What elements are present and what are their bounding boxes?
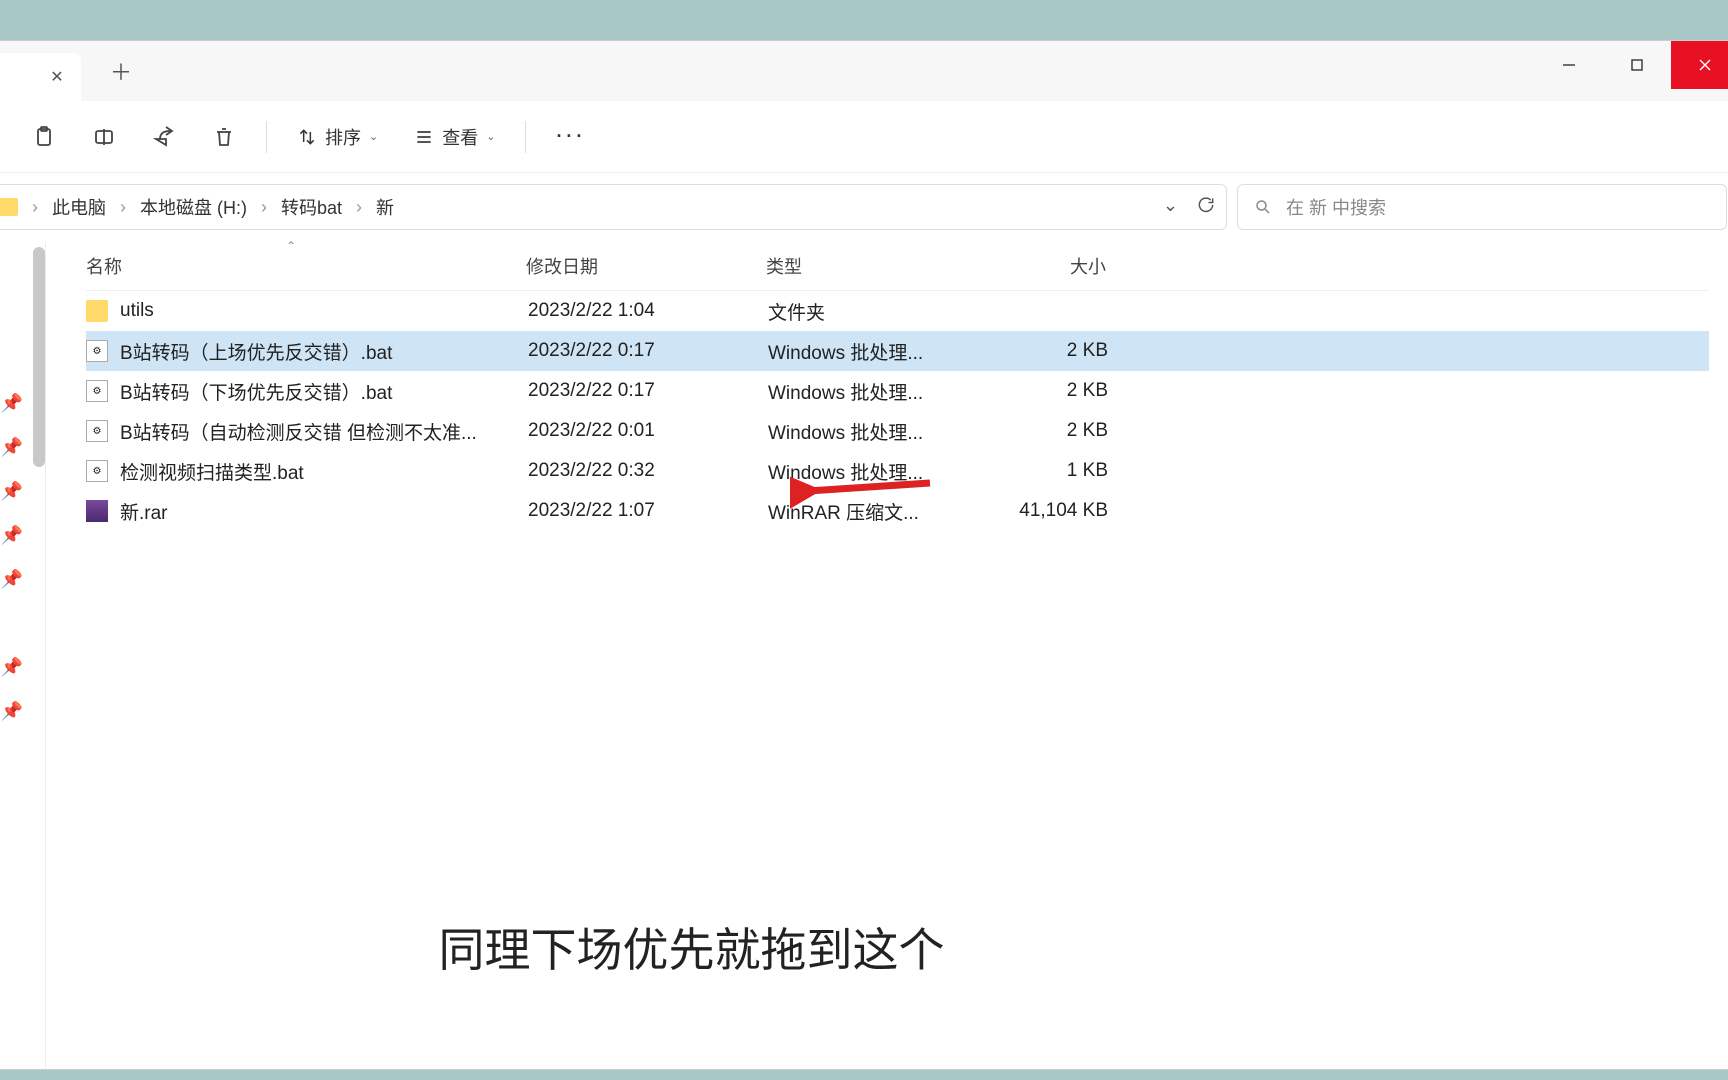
sidebar-item[interactable]: 件夹 <box>0 293 45 337</box>
tab-close-button[interactable]: ✕ <box>45 65 69 89</box>
col-header-size[interactable]: 大小 <box>966 253 1106 279</box>
file-name: B站转码（上场优先反交错）.bat <box>120 338 528 365</box>
file-date: 2023/2/22 0:17 <box>528 380 768 402</box>
pin-icon: 📌 <box>1 701 23 722</box>
subtitle-caption: 同理下场优先就拖到这个 <box>0 914 1383 980</box>
history-dropdown-icon[interactable]: ⌄ <box>1163 195 1178 220</box>
sidebar-item[interactable]: 📌 <box>0 689 45 733</box>
titlebar[interactable]: ✕ ＋ <box>0 41 1728 101</box>
file-name: 检测视频扫描类型.bat <box>120 458 528 485</box>
sort-indicator-icon: ⌃ <box>286 239 296 253</box>
file-date: 2023/2/22 0:01 <box>528 420 768 442</box>
refresh-icon[interactable] <box>1196 195 1216 220</box>
file-row[interactable]: ⚙ B站转码（下场优先反交错）.bat2023/2/22 0:17Windows … <box>86 371 1709 411</box>
sort-label: 排序 <box>325 124 361 150</box>
file-date: 2023/2/22 1:04 <box>528 300 768 322</box>
file-type: WinRAR 压缩文... <box>768 498 968 525</box>
pin-icon: 📌 <box>1 569 23 590</box>
sidebar-item[interactable]: 📌 <box>0 557 45 601</box>
tab-current[interactable]: ✕ <box>0 53 81 101</box>
pin-icon: 📌 <box>1 481 23 502</box>
view-button[interactable]: 查看 ⌄ <box>400 113 509 161</box>
bat-icon: ⚙ <box>86 420 108 442</box>
maximize-button[interactable] <box>1603 41 1671 89</box>
sidebar-item[interactable]: 脑 <box>0 821 45 865</box>
column-headers[interactable]: ⌃ 名称 修改日期 类型 大小 <box>86 241 1709 291</box>
bat-icon: ⚙ <box>86 340 108 362</box>
pin-icon: 📌 <box>1 525 23 546</box>
col-header-type[interactable]: 类型 <box>766 253 966 279</box>
file-row[interactable]: ⚙ 检测视频扫描类型.bat2023/2/22 0:32Windows 批处理..… <box>86 451 1709 491</box>
window-controls <box>1535 41 1728 89</box>
pin-icon: 📌 <box>1 657 23 678</box>
col-header-date[interactable]: 修改日期 <box>526 253 766 279</box>
file-row[interactable]: 新.rar2023/2/22 1:07WinRAR 压缩文...41,104 K… <box>86 491 1709 531</box>
file-date: 2023/2/22 1:07 <box>528 500 768 522</box>
file-row[interactable]: utils2023/2/22 1:04文件夹 <box>86 291 1709 331</box>
folder-icon <box>0 198 18 216</box>
file-row[interactable]: ⚙ B站转码（上场优先反交错）.bat2023/2/22 0:17Windows … <box>86 331 1709 371</box>
view-label: 查看 <box>442 124 478 150</box>
rename-button[interactable] <box>78 113 130 161</box>
file-name: utils <box>120 300 528 322</box>
file-size: 2 KB <box>968 380 1108 402</box>
paste-button[interactable] <box>18 113 70 161</box>
pin-icon: 📌 <box>1 393 23 414</box>
nav-row: ‹ › 此电脑› 本地磁盘 (H:)› 转码bat› 新 ⌄ <box>0 173 1728 241</box>
sort-button[interactable]: 排序 ⌄ <box>283 113 392 161</box>
delete-button[interactable] <box>198 113 250 161</box>
sidebar-item[interactable]: 云盘 <box>0 249 45 293</box>
sidebar-item[interactable]: 站 <box>0 601 45 645</box>
sidebar-item[interactable]: 📌 <box>0 469 45 513</box>
share-button[interactable] <box>138 113 190 161</box>
file-name: B站转码（自动检测反交错 但检测不太准... <box>120 418 528 445</box>
file-type: 文件夹 <box>768 298 968 325</box>
col-header-name[interactable]: 名称 <box>86 253 526 279</box>
toolbar: ⌄ 排序 ⌄ 查看 ⌄ ·· <box>0 101 1728 173</box>
sidebar-item[interactable]: 📌 <box>0 381 45 425</box>
copy-button[interactable] <box>0 113 10 161</box>
sidebar-item[interactable]: 📌 <box>0 645 45 689</box>
pin-icon: 📌 <box>1 437 23 458</box>
bat-icon: ⚙ <box>86 460 108 482</box>
sidebar-item[interactable]: 📌 <box>0 425 45 469</box>
sidebar-item[interactable]: - 个人 <box>0 337 45 381</box>
file-size: 2 KB <box>968 420 1108 442</box>
sidebar-item[interactable]: ut <box>0 733 45 777</box>
file-date: 2023/2/22 0:32 <box>528 460 768 482</box>
new-tab-button[interactable]: ＋ <box>101 51 141 91</box>
file-row[interactable]: ⚙ B站转码（自动检测反交错 但检测不太准...2023/2/22 0:01Win… <box>86 411 1709 451</box>
more-button[interactable]: ··· <box>542 113 600 161</box>
file-size: 1 KB <box>968 460 1108 482</box>
file-type: Windows 批处理... <box>768 378 968 405</box>
rar-icon <box>86 500 108 522</box>
folder-icon <box>86 300 108 322</box>
file-size: 2 KB <box>968 340 1108 362</box>
bat-icon: ⚙ <box>86 380 108 402</box>
file-type: Windows 批处理... <box>768 338 968 365</box>
address-bar[interactable]: › 此电脑› 本地磁盘 (H:)› 转码bat› 新 ⌄ <box>0 184 1227 230</box>
sidebar-item[interactable]: 📌 <box>0 513 45 557</box>
minimize-button[interactable] <box>1535 41 1603 89</box>
breadcrumb[interactable]: 此电脑› 本地磁盘 (H:)› 转码bat› 新 <box>52 194 394 220</box>
file-name: B站转码（下场优先反交错）.bat <box>120 378 528 405</box>
file-type: Windows 批处理... <box>768 458 968 485</box>
file-size: 41,104 KB <box>968 500 1108 522</box>
search-box[interactable]: 在 新 中搜索 <box>1237 184 1727 230</box>
search-placeholder: 在 新 中搜索 <box>1286 194 1386 220</box>
sidebar-item[interactable] <box>0 777 45 821</box>
file-type: Windows 批处理... <box>768 418 968 445</box>
file-date: 2023/2/22 0:17 <box>528 340 768 362</box>
search-icon <box>1254 198 1272 216</box>
file-name: 新.rar <box>120 498 528 525</box>
close-button[interactable] <box>1671 41 1728 89</box>
